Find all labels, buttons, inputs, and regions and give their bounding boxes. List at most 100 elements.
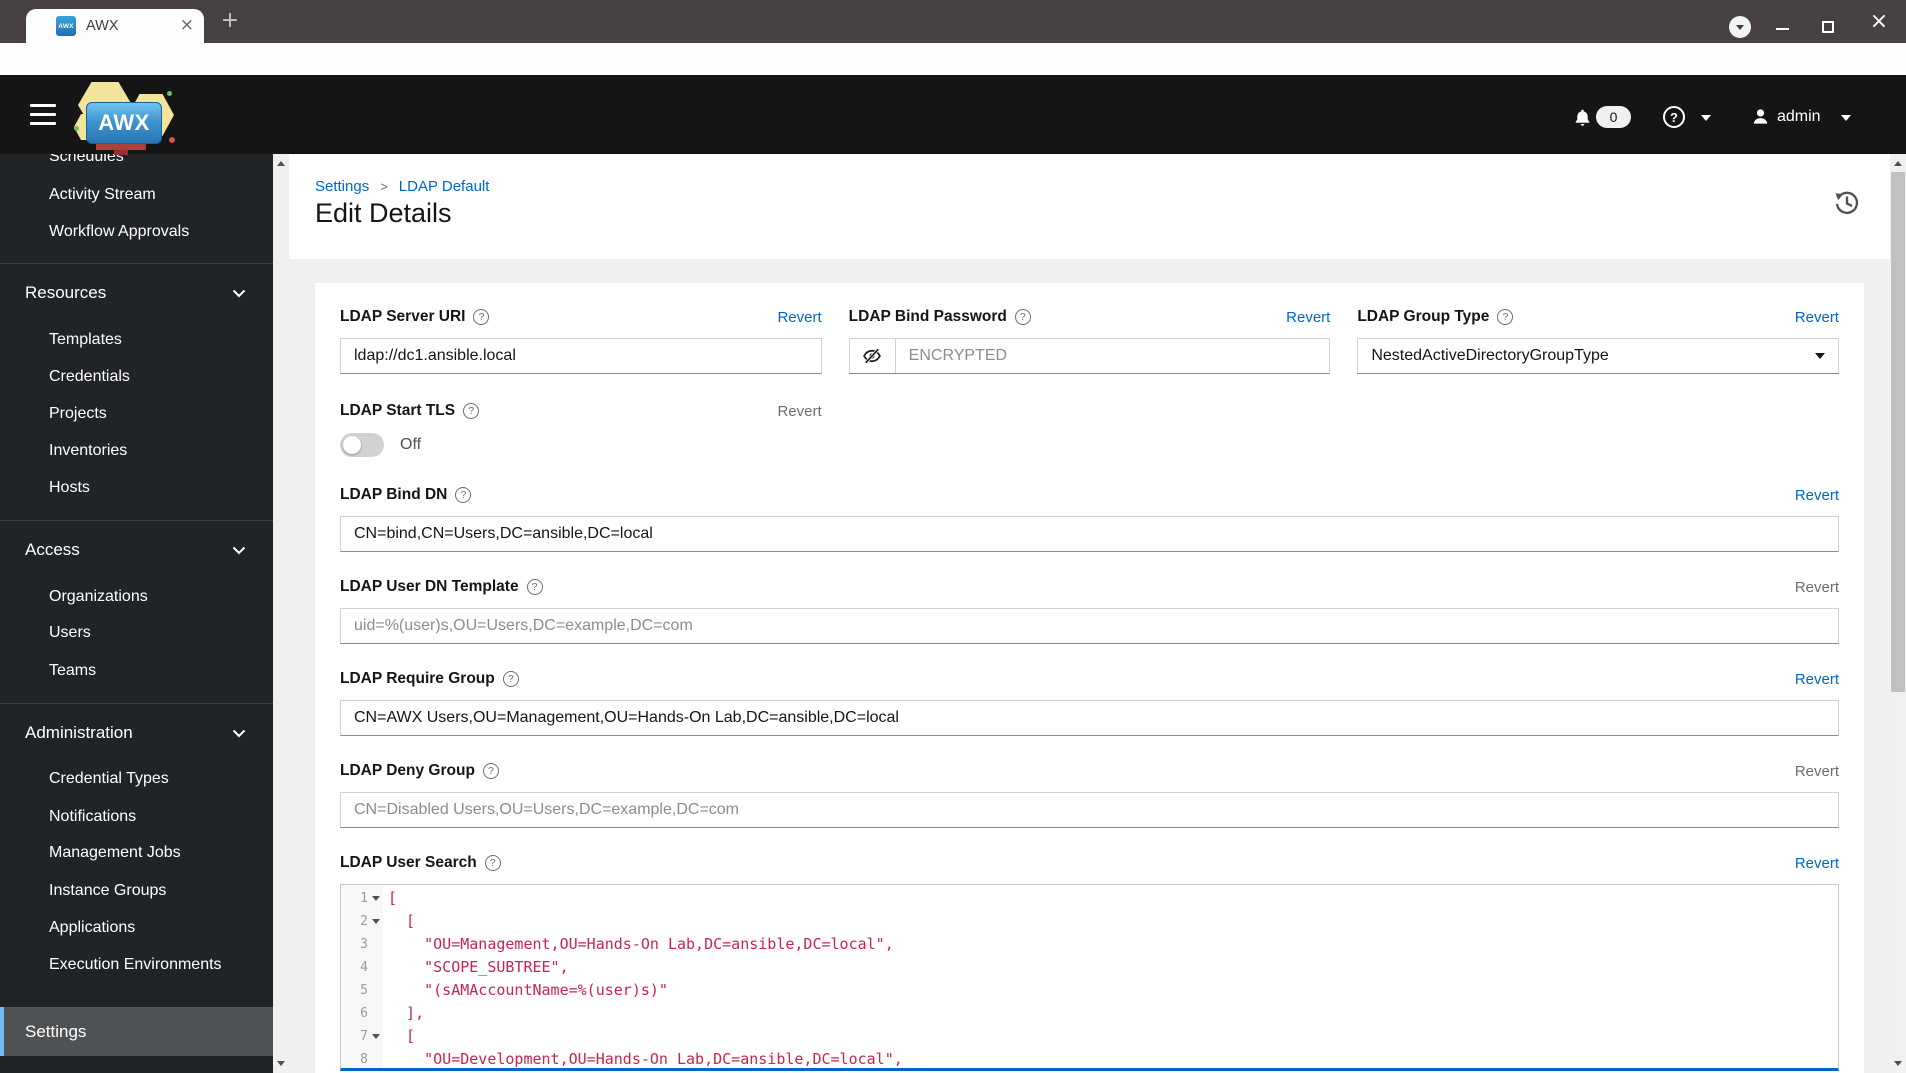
sidebar-item-hosts[interactable]: Hosts bbox=[0, 478, 273, 498]
toggle-switch-ldap-start-tls[interactable] bbox=[340, 433, 384, 457]
text-input-ldap-server-uri[interactable]: ldap://dc1.ansible.local bbox=[340, 338, 822, 374]
sidebar-item-execution-environments[interactable]: Execution Environments bbox=[0, 955, 273, 975]
toggle-state-label: Off bbox=[400, 436, 422, 453]
revert-button-ldap-server-uri[interactable]: Revert bbox=[777, 309, 821, 326]
field-label-ldap-require-group: LDAP Require Group? bbox=[340, 670, 519, 688]
sidebar-item-inventories[interactable]: Inventories bbox=[0, 441, 273, 461]
code-editor-ldap-user-search[interactable]: 1[2 [3 "OU=Management,OU=Hands-On Lab,DC… bbox=[340, 884, 1839, 1071]
awx-masthead: AWX 0 ? admin bbox=[0, 75, 1906, 155]
nav-toggle-hamburger-icon[interactable] bbox=[30, 104, 56, 125]
help-popover-icon[interactable]: ? bbox=[526, 579, 543, 595]
window-close-button[interactable]: × bbox=[1864, 5, 1894, 39]
revert-button-ldap-bind-password[interactable]: Revert bbox=[1286, 309, 1330, 326]
window-minimize-button[interactable] bbox=[1776, 28, 1789, 30]
scroll-down-arrow-icon[interactable] bbox=[277, 1061, 285, 1066]
breadcrumb-current-link[interactable]: LDAP Default bbox=[399, 177, 490, 197]
user-menu-caret-down-icon[interactable] bbox=[1841, 115, 1851, 121]
revert-button-ldap-group-type[interactable]: Revert bbox=[1795, 309, 1839, 326]
window-maximize-button[interactable] bbox=[1822, 21, 1834, 33]
sidebar-item-label: Projects bbox=[49, 405, 107, 422]
field-label-text: LDAP User Search bbox=[340, 854, 477, 871]
history-icon[interactable] bbox=[1832, 189, 1862, 219]
sidebar-item-users[interactable]: Users bbox=[0, 623, 273, 643]
line-number: 6 bbox=[360, 1006, 368, 1021]
sidebar-item-organizations[interactable]: Organizations bbox=[0, 587, 273, 607]
help-popover-icon[interactable]: ? bbox=[473, 309, 490, 325]
sidebar-item-applications[interactable]: Applications bbox=[0, 918, 273, 938]
sidebar-item-settings-selected[interactable]: Settings bbox=[0, 1007, 273, 1056]
form-field-ldap-server-uri: LDAP Server URI? Revert ldap://dc1.ansible… bbox=[340, 307, 822, 374]
sidebar-item-credential-types[interactable]: Credential Types bbox=[0, 769, 273, 789]
sidebar-item-notifications[interactable]: Notifications bbox=[0, 807, 273, 827]
text-input-ldap-user-dn-template[interactable]: uid=%(user)s,OU=Users,DC=example,DC=com bbox=[340, 608, 1839, 644]
text-input-ldap-require-group[interactable]: CN=AWX Users,OU=Management,OU=Hands-On L… bbox=[340, 700, 1839, 736]
sidebar-item-workflow-approvals[interactable]: Workflow Approvals bbox=[0, 222, 273, 242]
sidebar-scrollbar[interactable] bbox=[273, 154, 289, 1073]
sidebar-item-templates[interactable]: Templates bbox=[0, 330, 273, 350]
chevron-down-icon bbox=[232, 289, 246, 298]
input-placeholder: CN=Disabled Users,OU=Users,DC=example,DC… bbox=[354, 801, 740, 818]
fold-caret-icon[interactable] bbox=[368, 910, 383, 933]
breadcrumb-settings-link[interactable]: Settings bbox=[315, 177, 369, 197]
help-caret-down-icon[interactable] bbox=[1701, 115, 1711, 121]
revert-button-ldap-user-search[interactable]: Revert bbox=[1795, 855, 1839, 872]
help-icon[interactable]: ? bbox=[1663, 106, 1685, 128]
notification-count-badge: 0 bbox=[1596, 106, 1631, 128]
help-popover-icon[interactable]: ? bbox=[463, 403, 480, 419]
help-popover-icon[interactable]: ? bbox=[1497, 309, 1514, 325]
fold-caret-icon[interactable] bbox=[368, 1025, 383, 1048]
page-scrollbar[interactable] bbox=[1890, 154, 1906, 1073]
sidebar-item-instance-groups[interactable]: Instance Groups bbox=[0, 881, 273, 901]
revert-button-ldap-bind-dn[interactable]: Revert bbox=[1795, 487, 1839, 504]
revert-button-ldap-require-group[interactable]: Revert bbox=[1795, 671, 1839, 688]
show-password-eye-slash-icon[interactable] bbox=[849, 339, 896, 373]
field-label-ldap-bind-dn: LDAP Bind DN? bbox=[340, 486, 472, 504]
chevron-down-icon bbox=[1814, 353, 1825, 359]
sidebar-item-teams[interactable]: Teams bbox=[0, 661, 273, 681]
tab-close-icon[interactable]: × bbox=[180, 9, 194, 43]
help-popover-icon[interactable]: ? bbox=[1014, 309, 1031, 325]
sidebar-item-management-jobs[interactable]: Management Jobs bbox=[0, 843, 273, 863]
form-field-ldap-bind-dn: LDAP Bind DN? Revert CN=bind,CN=Users,DC=a… bbox=[340, 485, 1839, 552]
field-label-ldap-user-search: LDAP User Search? bbox=[340, 854, 501, 872]
sidebar-item-access[interactable]: Access bbox=[0, 540, 273, 560]
code-line: 2 [ bbox=[341, 910, 1838, 933]
sidebar-item-activity-stream[interactable]: Activity Stream bbox=[0, 185, 273, 205]
field-label-text: LDAP User DN Template bbox=[340, 578, 519, 595]
new-tab-button[interactable]: + bbox=[217, 8, 243, 34]
awx-favicon-icon: AWX bbox=[56, 16, 76, 36]
code-text: "SCOPE_SUBTREE", bbox=[388, 958, 569, 976]
tab-search-icon[interactable] bbox=[1729, 16, 1751, 38]
field-label-ldap-deny-group: LDAP Deny Group? bbox=[340, 762, 499, 780]
scroll-up-arrow-icon[interactable] bbox=[1894, 161, 1902, 166]
select-value: NestedActiveDirectoryGroupType bbox=[1371, 347, 1609, 364]
password-input-ldap-bind-password[interactable]: ENCRYPTED bbox=[896, 339, 1330, 373]
help-popover-icon[interactable]: ? bbox=[482, 763, 499, 779]
sidebar-item-resources[interactable]: Resources bbox=[0, 283, 273, 303]
notifications-bell-icon[interactable] bbox=[1573, 107, 1592, 128]
help-popover-icon[interactable]: ? bbox=[484, 855, 501, 871]
scrollbar-thumb[interactable] bbox=[1891, 172, 1905, 692]
sidebar-item-label: Administration bbox=[25, 723, 133, 742]
code-text: "OU=Management,OU=Hands-On Lab,DC=ansibl… bbox=[388, 935, 894, 953]
select-ldap-group-type[interactable]: NestedActiveDirectoryGroupType bbox=[1357, 338, 1839, 374]
sidebar-item-administration[interactable]: Administration bbox=[0, 723, 273, 743]
text-input-ldap-deny-group[interactable]: CN=Disabled Users,OU=Users,DC=example,DC… bbox=[340, 792, 1839, 828]
help-popover-icon[interactable]: ? bbox=[502, 671, 519, 687]
scroll-down-arrow-icon[interactable] bbox=[1894, 1061, 1902, 1066]
help-popover-icon[interactable]: ? bbox=[455, 487, 472, 503]
browser-tab[interactable]: AWX AWX × bbox=[26, 9, 204, 43]
text-input-ldap-bind-dn[interactable]: CN=bind,CN=Users,DC=ansible,DC=local bbox=[340, 516, 1839, 552]
field-label-row: LDAP Deny Group? Revert bbox=[340, 761, 1839, 781]
username-label[interactable]: admin bbox=[1777, 108, 1821, 126]
sidebar-item-credentials[interactable]: Credentials bbox=[0, 367, 273, 387]
awx-logo[interactable]: AWX bbox=[74, 82, 176, 158]
scroll-up-arrow-icon[interactable] bbox=[277, 161, 285, 166]
toggle-row-ldap-start-tls: Off bbox=[340, 432, 822, 458]
form-field-ldap-start-tls: LDAP Start TLS? Revert Off bbox=[340, 401, 822, 458]
sidebar-item-projects[interactable]: Projects bbox=[0, 404, 273, 424]
sidebar-item-label: Management Jobs bbox=[49, 844, 181, 861]
fold-caret-icon[interactable] bbox=[368, 887, 383, 910]
